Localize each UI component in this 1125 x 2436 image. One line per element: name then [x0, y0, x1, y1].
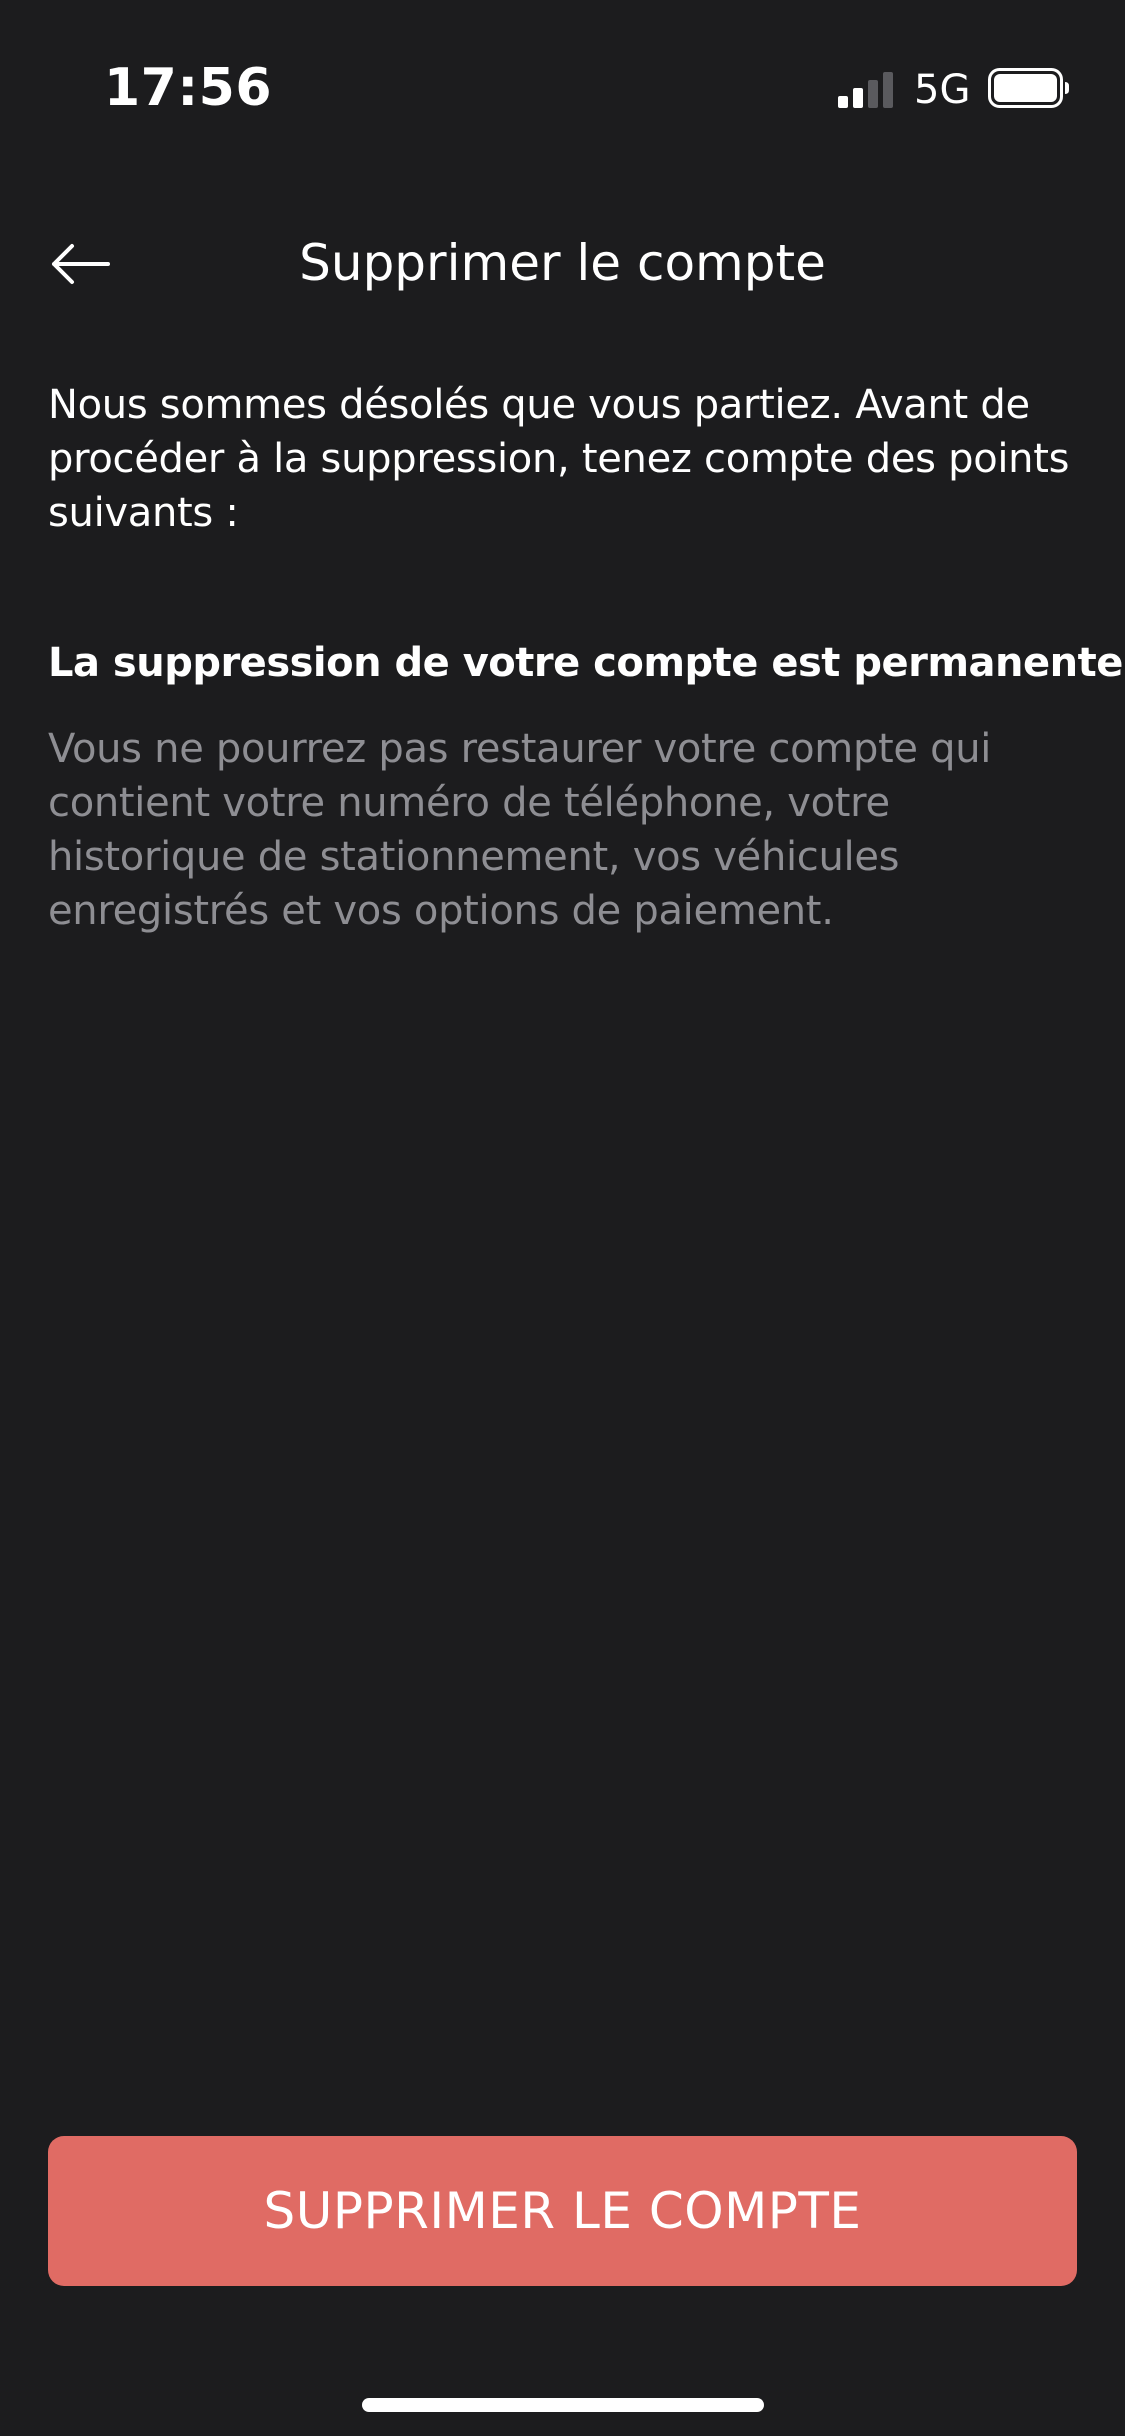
intro-text: Nous sommes désolés que vous partiez. Av… [48, 382, 1070, 536]
status-time: 17:56 [104, 58, 273, 118]
home-indicator[interactable] [362, 2398, 764, 2412]
delete-account-button[interactable]: SUPPRIMER LE COMPTE [48, 2136, 1077, 2286]
page-title: Supprimer le compte [299, 234, 826, 292]
battery-icon [988, 68, 1069, 108]
arrow-left-icon [52, 244, 110, 284]
network-type: 5G [914, 67, 971, 113]
signal-bars-icon [838, 72, 893, 108]
section-body: Vous ne pourrez pas restaurer votre comp… [48, 726, 992, 934]
back-button[interactable] [30, 222, 130, 306]
section-heading: La suppression de votre compte est perma… [48, 640, 1123, 686]
